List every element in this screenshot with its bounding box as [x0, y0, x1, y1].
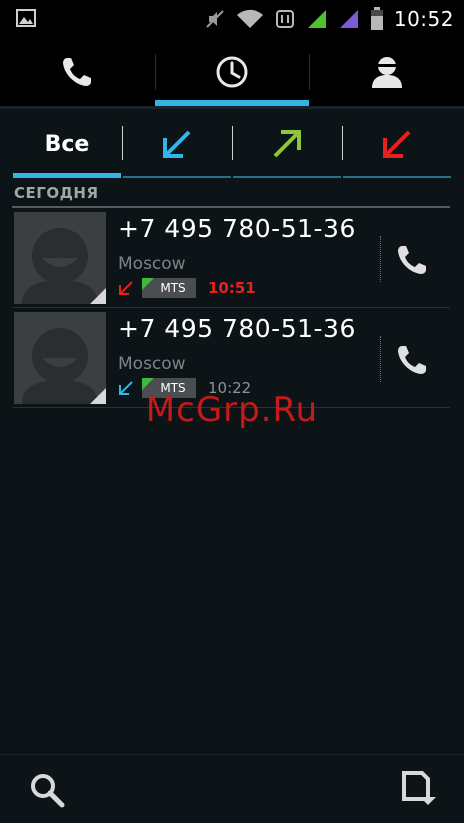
phone-icon [398, 246, 426, 274]
sim-operator-badge: MTS [142, 278, 196, 298]
call-filter-tabs: Все [12, 116, 452, 178]
filter-tab-all[interactable]: Все [12, 116, 122, 178]
section-header-today: СЕГОДНЯ [14, 184, 99, 202]
sim-operator-label: MTS [160, 281, 186, 295]
call-back-button[interactable] [394, 242, 430, 282]
wifi-icon [236, 9, 263, 28]
missed-call-icon [119, 281, 133, 295]
contact-avatar[interactable] [14, 212, 106, 304]
filter-tab-missed[interactable] [342, 116, 452, 178]
phone-icon [63, 58, 92, 86]
search-icon [31, 774, 65, 808]
top-tab-bar [0, 38, 464, 106]
menu-overflow-icon [402, 771, 436, 805]
call-meta: MTS 10:51 [118, 278, 256, 298]
mute-icon [206, 10, 224, 28]
section-divider [12, 206, 450, 208]
filter-tab-outgoing[interactable] [232, 116, 342, 178]
call-number: +7 495 780-51-36 [118, 214, 356, 243]
missed-call-icon [383, 130, 411, 158]
status-bar: 10:52 [0, 0, 464, 38]
tab-call-log[interactable] [154, 38, 310, 106]
quick-contact-badge [90, 288, 106, 304]
signal-sim1-icon [307, 10, 326, 28]
tab-phone[interactable] [0, 38, 155, 106]
sim-indicator-icon [142, 278, 154, 290]
top-tab-shadow [0, 106, 464, 109]
data-transfer-icon [275, 10, 294, 28]
call-action-divider [380, 336, 381, 382]
status-time: 10:52 [393, 7, 454, 31]
bottom-action-bar [0, 754, 464, 823]
call-time: 10:51 [208, 279, 256, 297]
filter-tab-incoming[interactable] [122, 116, 232, 178]
sim-indicator-icon [142, 378, 154, 390]
call-location: Moscow [118, 354, 186, 374]
call-back-button[interactable] [394, 342, 430, 382]
call-location: Moscow [118, 254, 186, 274]
person-icon [371, 57, 402, 88]
call-number: +7 495 780-51-36 [118, 314, 356, 343]
incoming-call-icon [163, 130, 191, 158]
phone-icon [398, 346, 426, 374]
filter-tab-all-label: Все [44, 131, 90, 157]
gallery-notification-icon [16, 9, 36, 27]
menu-button[interactable] [398, 769, 438, 813]
watermark-text: McGrp.Ru [145, 390, 319, 430]
battery-icon [370, 7, 383, 30]
search-button[interactable] [28, 771, 66, 813]
call-action-divider [380, 236, 381, 282]
tab-contacts[interactable] [309, 38, 464, 106]
outgoing-call-icon [273, 130, 301, 158]
call-log-item[interactable]: +7 495 780-51-36 Moscow MTS 10:51 [12, 210, 450, 308]
row-divider [12, 307, 450, 308]
signal-sim2-icon [339, 10, 358, 28]
clock-icon [216, 56, 248, 88]
